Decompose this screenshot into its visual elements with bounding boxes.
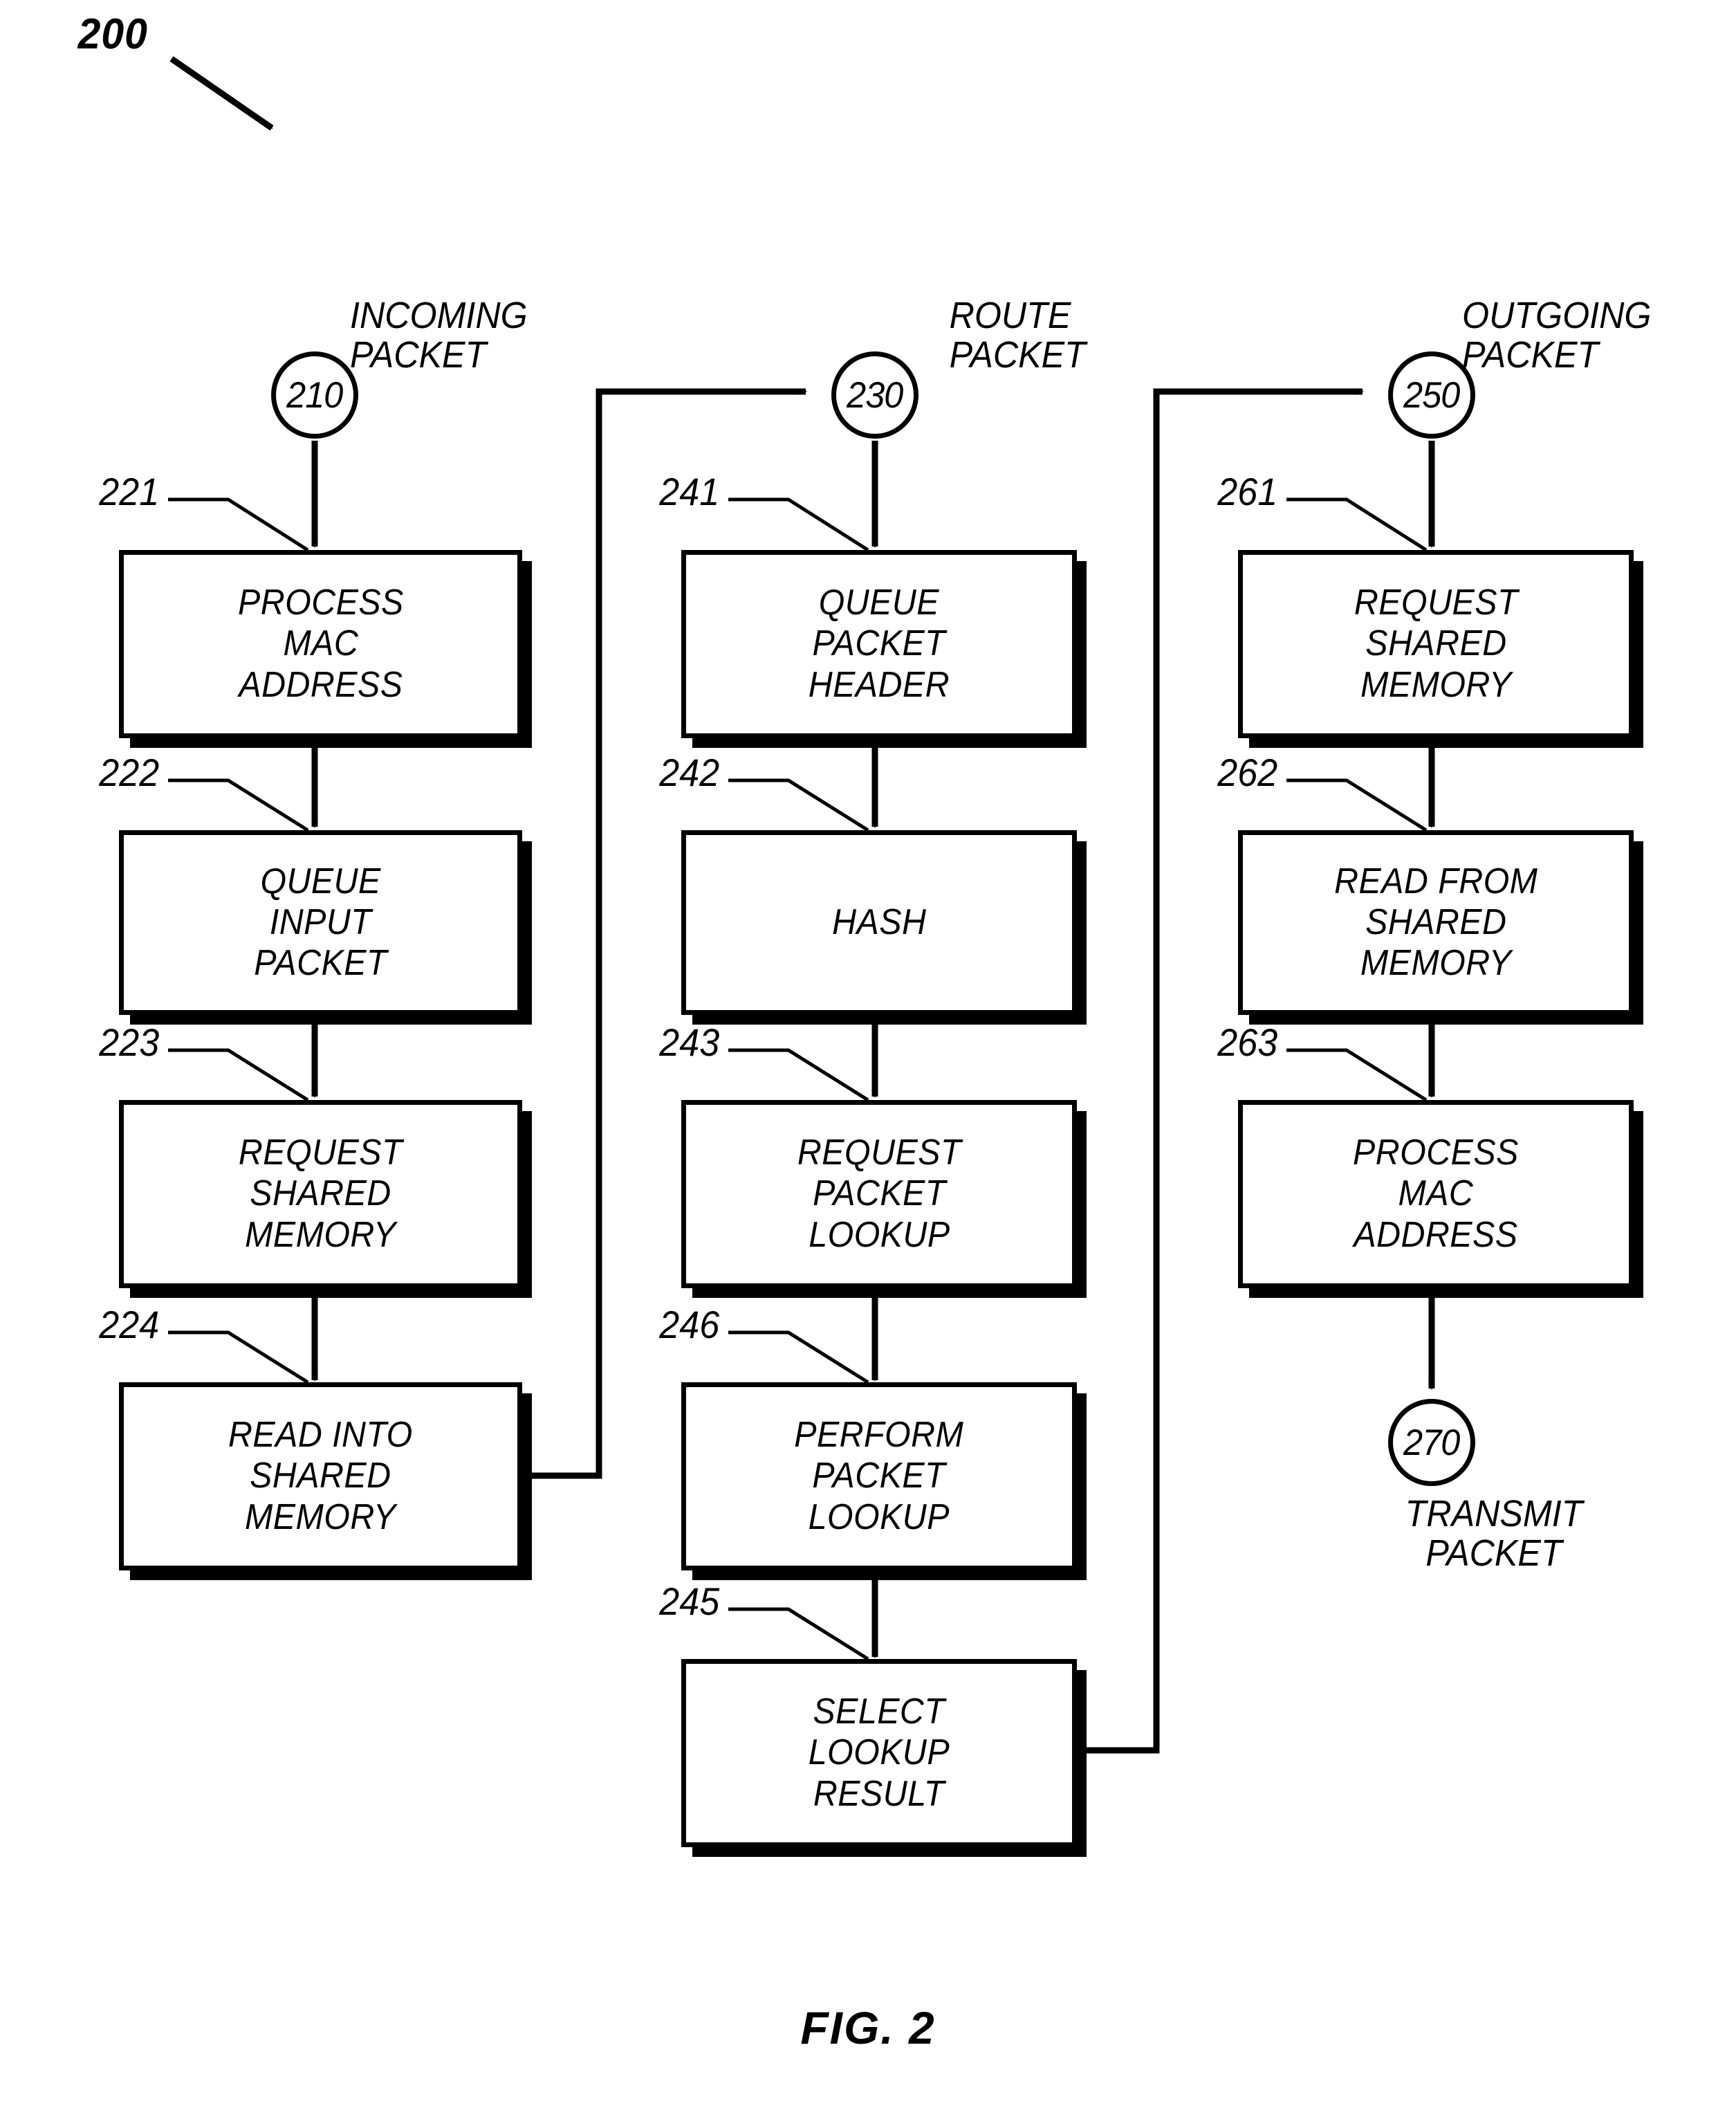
- process-box-241-label: QUEUE PACKET HEADER: [808, 583, 950, 705]
- ref-numeral-222: 222: [99, 751, 160, 794]
- figure-caption: FIG. 2: [800, 2002, 936, 2053]
- process-box-223[interactable]: REQUEST SHARED MEMORY: [119, 1100, 522, 1288]
- ref-numeral-242: 242: [659, 751, 720, 794]
- process-box-243[interactable]: REQUEST PACKET LOOKUP: [681, 1100, 1077, 1288]
- process-box-242[interactable]: HASH: [681, 830, 1077, 1015]
- process-box-241[interactable]: QUEUE PACKET HEADER: [681, 550, 1077, 738]
- stage-label-outgoing-packet: OUTGOING PACKET: [1462, 295, 1652, 376]
- process-box-263[interactable]: PROCESS MAC ADDRESS: [1238, 1100, 1634, 1288]
- process-box-221[interactable]: PROCESS MAC ADDRESS: [119, 550, 522, 738]
- ref-numeral-246: 246: [659, 1303, 720, 1346]
- terminator-230[interactable]: 230: [831, 351, 918, 439]
- ref-numeral-262: 262: [1217, 751, 1278, 794]
- process-box-261-label: REQUEST SHARED MEMORY: [1354, 583, 1518, 705]
- process-box-263-label: PROCESS MAC ADDRESS: [1353, 1133, 1519, 1255]
- process-box-222-label: QUEUE INPUT PACKET: [254, 861, 387, 984]
- process-box-261[interactable]: REQUEST SHARED MEMORY: [1238, 550, 1634, 738]
- process-box-224-label: READ INTO SHARED MEMORY: [228, 1415, 413, 1537]
- terminator-210[interactable]: 210: [271, 351, 358, 439]
- process-box-245[interactable]: SELECT LOOKUP RESULT: [681, 1659, 1077, 1847]
- process-box-224[interactable]: READ INTO SHARED MEMORY: [119, 1382, 522, 1570]
- terminator-210-number: 210: [286, 374, 343, 416]
- process-box-223-label: REQUEST SHARED MEMORY: [238, 1133, 403, 1255]
- terminator-250-number: 250: [1403, 374, 1460, 416]
- stage-label-route-packet: ROUTE PACKET: [949, 295, 1086, 376]
- terminator-270-number: 270: [1403, 1422, 1460, 1463]
- ref-numeral-263: 263: [1217, 1020, 1278, 1064]
- process-box-221-label: PROCESS MAC ADDRESS: [237, 583, 404, 705]
- process-box-262-label: READ FROM SHARED MEMORY: [1333, 861, 1538, 984]
- process-box-246-label: PERFORM PACKET LOOKUP: [794, 1415, 964, 1537]
- ref-numeral-241: 241: [659, 470, 720, 513]
- ref-numeral-221: 221: [99, 470, 160, 513]
- process-box-242-label: HASH: [831, 901, 927, 942]
- ref-numeral-245: 245: [659, 1579, 720, 1623]
- ref-numeral-223: 223: [99, 1020, 160, 1064]
- process-box-245-label: SELECT LOOKUP RESULT: [808, 1692, 950, 1814]
- ref-numeral-243: 243: [659, 1020, 720, 1064]
- process-box-243-label: REQUEST PACKET LOOKUP: [797, 1133, 961, 1255]
- ref-numeral-224: 224: [99, 1303, 160, 1346]
- stage-label-transmit-packet: TRANSMIT PACKET: [1405, 1493, 1583, 1575]
- patent-figure-canvas: 200 210 INCOMING PACKET 230 ROUTE PACKET…: [0, 0, 1736, 2108]
- process-box-262[interactable]: READ FROM SHARED MEMORY: [1238, 830, 1634, 1015]
- ref-numeral-261: 261: [1217, 470, 1278, 513]
- terminator-270[interactable]: 270: [1388, 1399, 1475, 1486]
- stage-label-incoming-packet: INCOMING PACKET: [350, 295, 528, 376]
- process-box-222[interactable]: QUEUE INPUT PACKET: [119, 830, 522, 1015]
- process-box-246[interactable]: PERFORM PACKET LOOKUP: [681, 1382, 1077, 1570]
- terminator-230-number: 230: [847, 374, 903, 416]
